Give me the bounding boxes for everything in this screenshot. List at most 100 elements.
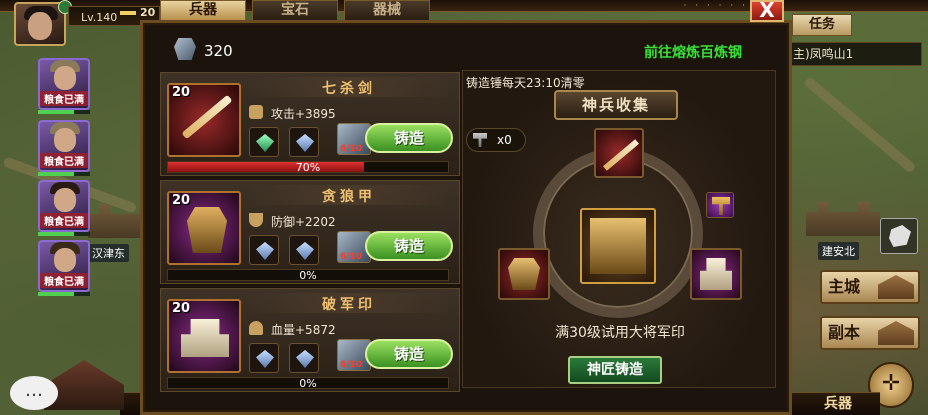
- forge-progress-text: 70%: [295, 161, 321, 174]
- armor-icon: [508, 258, 540, 290]
- quest-tab[interactable]: 任务: [792, 14, 852, 36]
- city-gate-icon: [878, 275, 914, 299]
- collection-description: 满30级试用大将军印: [555, 325, 685, 341]
- map-label-right[interactable]: 建安北: [818, 242, 859, 260]
- forge-button[interactable]: 铸造: [365, 339, 453, 369]
- main-city-label: 主城: [828, 277, 861, 296]
- ore-requirement: 6/10: [340, 360, 363, 370]
- gem-slot[interactable]: [249, 235, 279, 265]
- hero-hp-bar: [38, 172, 90, 176]
- hammer-reset-note: 铸造锤每天23:10清零: [466, 76, 585, 90]
- collection-slot-sword[interactable]: [594, 128, 644, 178]
- forge-row-armor: 贪狼甲 20 防御+2202 6/10 铸造 0%: [160, 180, 460, 284]
- hero-card-3[interactable]: 粮食已满: [38, 180, 90, 232]
- quest-tracker-text[interactable]: 主)凤鸣山1: [784, 42, 922, 66]
- forge-hammer-counter: x0: [466, 128, 526, 152]
- collection-slot-armor[interactable]: [498, 248, 550, 300]
- item-image-armor[interactable]: 20: [167, 191, 241, 265]
- chat-bubble-icon[interactable]: …: [10, 376, 58, 410]
- item-image-sword[interactable]: 20: [167, 83, 241, 157]
- item-image-seal[interactable]: 20: [167, 299, 241, 373]
- forge-progress-text: 0%: [299, 269, 317, 282]
- minimap-button[interactable]: [880, 218, 918, 254]
- hero-face: [54, 248, 76, 272]
- forge-progress-bar: 0%: [167, 269, 449, 282]
- go-refine-link[interactable]: 前往熔炼百炼钢: [644, 42, 742, 62]
- diamond-gem-icon: [296, 134, 314, 152]
- scroll-icon: [878, 321, 914, 345]
- forge-button[interactable]: 铸造: [365, 231, 453, 261]
- item-name: 贪狼甲: [322, 189, 376, 205]
- item-name: 破军印: [322, 297, 376, 313]
- hammer-icon: [473, 133, 487, 147]
- ore-count: 320: [204, 42, 233, 60]
- forge-progress-bar: 0%: [167, 377, 449, 390]
- diamond-gem-icon: [296, 242, 314, 260]
- level-progress-bar: [120, 11, 136, 15]
- item-stat: 防御+2202: [271, 215, 336, 229]
- tab-weapons[interactable]: 兵器: [160, 0, 246, 20]
- hero-hp-bar: [38, 110, 90, 114]
- forge-progress-bar: 70%: [167, 161, 449, 174]
- gem-slot[interactable]: [289, 343, 319, 373]
- green-gem-icon: [256, 134, 274, 152]
- dungeon-label: 副本: [828, 323, 861, 342]
- tab-machinery[interactable]: 器械: [344, 0, 430, 20]
- master-forge-button[interactable]: 神匠铸造: [568, 356, 662, 384]
- close-button[interactable]: X: [750, 0, 784, 22]
- player-level: Lv.140: [81, 11, 118, 24]
- item-name: 七杀剑: [322, 81, 376, 97]
- diamond-gem-icon: [256, 350, 274, 368]
- seal-icon: [700, 258, 732, 290]
- hero-card-1[interactable]: 粮食已满: [38, 58, 90, 110]
- hammer-glyph: [712, 197, 730, 215]
- hammer-count: x0: [497, 133, 512, 147]
- treasure-chest-icon: [590, 218, 646, 274]
- forge-row-sword: 七杀剑 20 攻击+3895 6/10 铸造 70%: [160, 72, 460, 176]
- ore-requirement: 6/10: [340, 144, 363, 154]
- item-level: 20: [172, 85, 191, 100]
- ore-requirement: 6/10: [340, 252, 363, 262]
- hammer-item-icon[interactable]: [706, 192, 734, 218]
- hero-card-2[interactable]: 粮食已满: [38, 120, 90, 172]
- forge-row-seal: 破军印 20 血量+5872 6/10 铸造 0%: [160, 288, 460, 392]
- item-stat: 血量+5872: [271, 323, 336, 337]
- attack-sword-icon: [249, 105, 263, 119]
- item-level: 20: [172, 193, 191, 208]
- map-shape-icon: [889, 225, 911, 247]
- forge-progress-text: 0%: [299, 377, 317, 390]
- gem-slot[interactable]: [249, 127, 279, 157]
- diamond-gem-icon: [296, 350, 314, 368]
- seal-icon: [181, 319, 229, 357]
- sword-icon: [602, 139, 640, 171]
- top-strip-decoration: · · · · · ·: [683, 1, 748, 11]
- steel-ore-icon: [174, 38, 196, 60]
- hero-hp-bar: [38, 292, 90, 296]
- armor-icon: [187, 207, 227, 253]
- diamond-gem-icon: [256, 242, 274, 260]
- avatar-face: [28, 12, 52, 40]
- map-label-left[interactable]: 汉津东: [88, 244, 129, 262]
- bottom-weapon-tab[interactable]: 兵器: [810, 393, 866, 415]
- collection-slot-seal[interactable]: [690, 248, 742, 300]
- tab-gems[interactable]: 宝石: [252, 0, 338, 20]
- player-power: 20: [140, 6, 156, 19]
- hero-status-tag: 粮食已满: [40, 273, 88, 288]
- hero-face: [54, 188, 76, 212]
- main-city-button[interactable]: 主城: [820, 270, 920, 304]
- collection-title: 神兵收集: [554, 90, 678, 120]
- gem-slot[interactable]: [289, 127, 319, 157]
- sword-icon: [181, 94, 233, 140]
- hero-face: [54, 66, 76, 90]
- hero-face: [54, 128, 76, 152]
- forge-button[interactable]: 铸造: [365, 123, 453, 153]
- item-stat: 攻击+3895: [271, 107, 336, 121]
- dungeon-button[interactable]: 副本: [820, 316, 920, 350]
- hero-status-tag: 粮食已满: [40, 213, 88, 228]
- gem-slot[interactable]: [289, 235, 319, 265]
- gem-slot[interactable]: [249, 343, 279, 373]
- hero-card-4[interactable]: 粮食已满: [38, 240, 90, 292]
- defense-shield-icon: [249, 213, 263, 227]
- collection-slot-center[interactable]: [580, 208, 656, 284]
- item-level: 20: [172, 301, 191, 316]
